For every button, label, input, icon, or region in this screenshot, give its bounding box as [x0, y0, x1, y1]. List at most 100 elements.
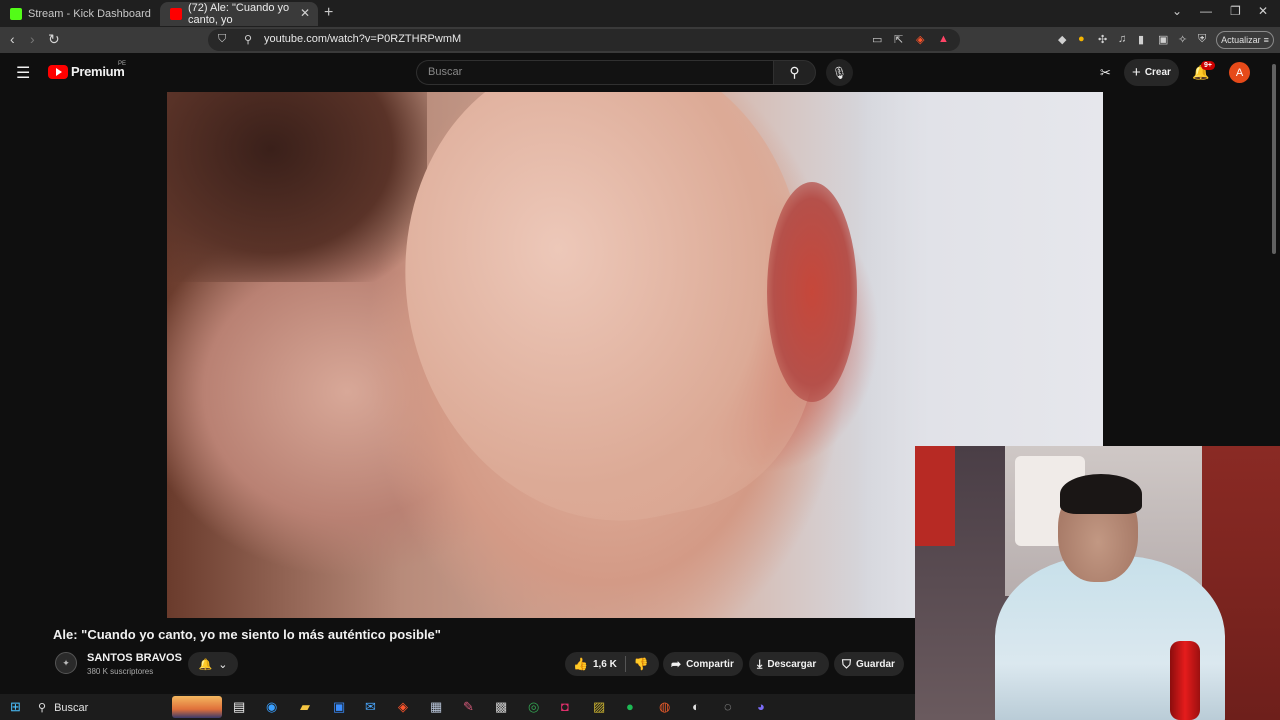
browser-tab-strip: Stream - Kick Dashboard (72) Ale: "Cuand… [0, 0, 1280, 27]
thumbs-down-icon[interactable]: 👎 [634, 657, 649, 671]
vpn-icon[interactable]: ⛨ [1198, 33, 1206, 46]
tab-youtube-video[interactable]: (72) Ale: "Cuando yo canto, yo ✕ [160, 2, 318, 26]
subscription-bell-button[interactable]: 🔔 ⌄ [188, 652, 238, 676]
search-highlight-image[interactable] [172, 696, 222, 718]
media-music-icon[interactable]: ♫ [1118, 33, 1126, 45]
leo-ai-icon[interactable]: ✧ [1178, 33, 1187, 46]
webcam-overlay [915, 446, 1280, 720]
channel-name[interactable]: SANTOS BRAVOS [87, 652, 182, 664]
url-text[interactable]: youtube.com/watch?v=P0RZTHRPwmM [264, 33, 461, 45]
maximize-window-button[interactable]: ❐ [1230, 4, 1241, 18]
share-page-icon[interactable]: ⇱ [894, 33, 903, 46]
account-avatar[interactable]: A [1229, 62, 1250, 83]
bookmark-save-icon: ⛉ [842, 656, 852, 671]
brave-browser-icon[interactable]: ◈ [398, 699, 408, 715]
youtube-premium-logo[interactable]: Premium PE [48, 61, 127, 79]
extensions-puzzle-icon[interactable]: ✣ [1098, 33, 1107, 46]
kick-favicon-icon [10, 8, 22, 20]
extension-color-icon[interactable]: ● [1078, 33, 1085, 45]
share-arrow-icon: ➦ [671, 657, 682, 671]
voice-search-button[interactable]: 🎙 [826, 59, 853, 86]
back-arrow-icon[interactable]: ‹ [10, 31, 15, 47]
tab-search-chevron-icon[interactable]: ⌄ [1172, 4, 1182, 18]
scrollbar-thumb[interactable] [1272, 64, 1276, 254]
chevron-down-icon: ⌄ [218, 658, 228, 671]
reload-icon[interactable]: ↻ [48, 31, 60, 48]
update-label: Actualizar [1221, 35, 1261, 45]
app-icon-1[interactable]: ▦ [430, 699, 442, 715]
channel-avatar[interactable]: ✦ [55, 652, 77, 674]
address-bar[interactable]: ⛉ ⚲ youtube.com/watch?v=P0RZTHRPwmM ▭ ⇱ … [208, 29, 960, 51]
brave-shield-icon[interactable]: ◈ [916, 33, 924, 46]
app-icon-3[interactable]: ▩ [495, 699, 507, 715]
close-tab-icon[interactable]: ✕ [300, 6, 310, 20]
avatar-letter: A [1235, 66, 1244, 79]
mail-icon[interactable]: ✉ [365, 699, 376, 715]
app-icon-6[interactable]: ◌ [724, 699, 732, 714]
save-button[interactable]: ⛉ Guardar [834, 652, 904, 676]
app-icon-5[interactable]: ◍ [659, 699, 670, 715]
tab-title: Stream - Kick Dashboard [28, 8, 151, 20]
task-view-icon[interactable]: ▤ [233, 699, 245, 715]
webcam-streamer-hair [1060, 474, 1142, 514]
search-button[interactable]: ⚲ [773, 60, 816, 85]
windows-taskbar: ⊞ ⚲ Buscar ▤ ◉ ▰ ▣ ✉ ◈ ▦ ✎ ▩ ◎ ◘ ▨ ● ◍ ◐… [0, 694, 915, 720]
taskbar-search-label: Buscar [54, 701, 89, 714]
sidebar-icon[interactable]: ▮ [1138, 33, 1144, 46]
brave-rewards-icon[interactable]: ▲ [938, 33, 949, 45]
region-code: PE [118, 61, 127, 67]
subscriber-count: 380 K suscriptores [87, 667, 154, 676]
minimize-window-button[interactable]: — [1200, 4, 1212, 18]
download-button[interactable]: ⤓ Descargar [749, 652, 829, 676]
page-scrollbar[interactable] [1270, 58, 1278, 258]
bell-icon: 🔔 [198, 658, 213, 671]
download-label: Descargar [767, 658, 817, 670]
update-browser-button[interactable]: Actualizar ≡ [1216, 31, 1274, 49]
tab-title: (72) Ale: "Cuando yo canto, yo [188, 2, 290, 26]
clips-icon[interactable]: ✂ [1100, 65, 1111, 81]
taskbar-search-icon: ⚲ [38, 702, 47, 714]
plus-icon: + [1132, 64, 1141, 81]
hamburger-menu-icon[interactable]: ☰ [16, 63, 30, 83]
forward-arrow-icon[interactable]: › [30, 31, 35, 47]
chrome-icon[interactable]: ◎ [528, 699, 539, 715]
file-explorer-icon[interactable]: ▰ [300, 699, 310, 715]
store-icon[interactable]: ▣ [333, 699, 345, 715]
youtube-favicon-icon [170, 8, 182, 20]
like-dislike-group: 👍 1,6 K 👎 [565, 652, 659, 676]
youtube-play-logo-icon [48, 64, 68, 79]
bookmark-icon[interactable]: ⛉ [218, 33, 226, 46]
create-button[interactable]: + Crear [1124, 59, 1179, 86]
cast-icon[interactable]: ▭ [872, 33, 882, 46]
like-separator [624, 656, 626, 672]
wallet-icon[interactable]: ▣ [1158, 33, 1168, 46]
screen: Stream - Kick Dashboard (72) Ale: "Cuand… [0, 0, 1280, 720]
edge-icon[interactable]: ◉ [266, 699, 277, 715]
discord-icon[interactable]: ◕ [757, 699, 765, 714]
close-window-button[interactable]: ✕ [1258, 4, 1268, 18]
windows-start-icon[interactable]: ⊞ [10, 699, 21, 715]
obs-icon[interactable]: ◐ [692, 699, 700, 714]
notification-badge: 9+ [1201, 61, 1215, 70]
thumbs-up-icon[interactable]: 👍 [573, 657, 588, 671]
share-label: Compartir [686, 658, 734, 670]
video-title: Ale: "Cuando yo canto, yo me siento lo m… [53, 627, 441, 642]
new-tab-button[interactable]: + [324, 4, 333, 22]
app-icon-4[interactable]: ▨ [593, 699, 605, 715]
menu-lines-icon: ≡ [1263, 35, 1269, 45]
instagram-icon[interactable]: ◘ [561, 699, 569, 714]
microphone-icon: 🎙 [831, 65, 848, 80]
logo-text: Premium [71, 64, 125, 79]
video-frame-hair [167, 92, 427, 282]
search-input[interactable]: Buscar [416, 60, 774, 85]
like-count[interactable]: 1,6 K [593, 659, 617, 670]
share-button[interactable]: ➦ Compartir [663, 652, 743, 676]
app-icon-2[interactable]: ✎ [463, 699, 474, 715]
search-icon: ⚲ [789, 64, 800, 80]
site-info-icon[interactable]: ⚲ [244, 33, 252, 46]
spotify-icon[interactable]: ● [626, 699, 634, 714]
extension-diamond-icon[interactable]: ◆ [1058, 33, 1066, 46]
webcam-microphone [1170, 641, 1200, 720]
create-label: Crear [1144, 67, 1171, 78]
tab-kick-dashboard[interactable]: Stream - Kick Dashboard [0, 2, 160, 26]
